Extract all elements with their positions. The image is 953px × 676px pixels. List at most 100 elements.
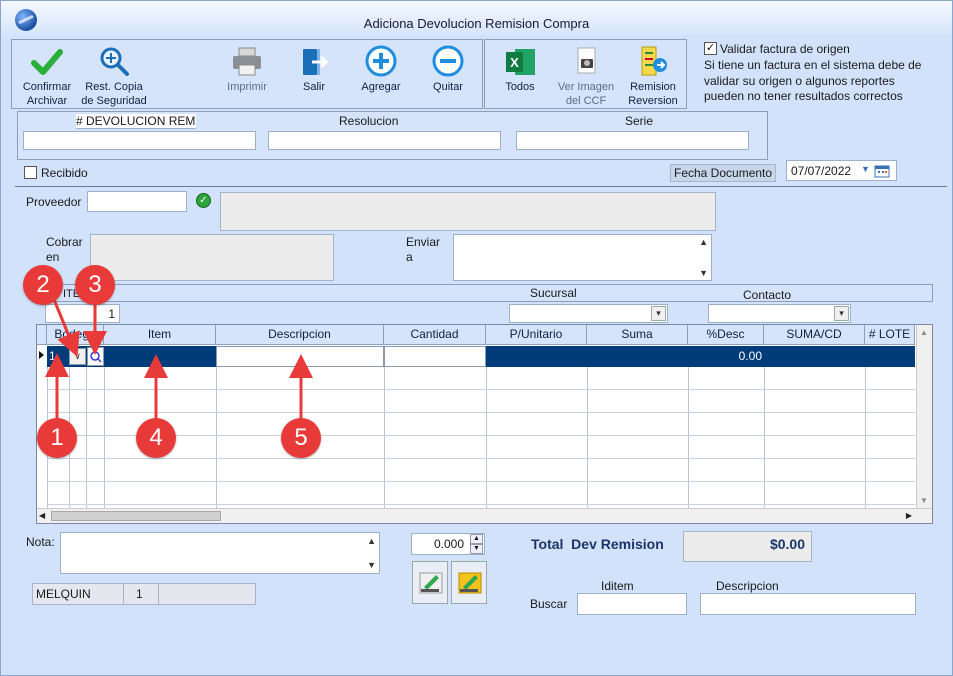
nota-scroll-up-icon[interactable]: ▲ — [367, 536, 376, 546]
column-header-descripcion[interactable]: Descripcion — [216, 325, 384, 345]
row-1-bodega[interactable]: 1 — [49, 349, 56, 363]
add-button[interactable]: Agregar — [353, 45, 409, 95]
column-header-suma[interactable]: Suma — [587, 325, 688, 345]
nota-scroll-down-icon[interactable]: ▼ — [367, 560, 376, 570]
edit-document-button[interactable] — [451, 561, 487, 604]
document-date-label: Fecha Documento — [670, 164, 777, 182]
grid-line — [688, 346, 689, 508]
cobrar-label-1: Cobrar — [46, 235, 83, 249]
remove-button[interactable]: Quitar — [421, 45, 475, 95]
reversal-button[interactable]: Remision Reversion — [623, 45, 683, 107]
calendar-dropdown-icon[interactable]: ▼ — [861, 164, 870, 174]
grid-scroll-right-icon[interactable]: ▶ — [906, 511, 912, 520]
column-header-lote[interactable]: # LOTE — [865, 325, 915, 345]
grid-line — [47, 412, 915, 413]
exit-button[interactable]: Salir — [289, 45, 339, 95]
column-header-cantidad[interactable]: Cantidad — [384, 325, 486, 345]
supplier-code-field[interactable] — [87, 191, 187, 212]
grid-scroll-up-icon[interactable]: ▲ — [920, 328, 928, 337]
resolucion-field[interactable] — [268, 131, 501, 150]
print-button[interactable]: Imprimir — [221, 45, 273, 95]
calendar-icon[interactable] — [874, 164, 890, 178]
supplier-validate-icon[interactable]: ✓ — [196, 193, 211, 208]
row-1-desc-pct: 0.00 — [738, 349, 762, 363]
document-date-picker[interactable]: 07/07/2022 ▼ — [786, 160, 897, 181]
callout-5: 5 — [281, 418, 321, 458]
callout-4: 4 — [136, 418, 176, 458]
received-label: Recibido — [41, 166, 88, 180]
grid-line — [216, 346, 217, 508]
grid-scroll-down-icon[interactable]: ▼ — [920, 496, 928, 505]
scroll-up-icon[interactable]: ▲ — [699, 237, 708, 247]
search-iditem-input[interactable] — [577, 593, 687, 615]
grid-vertical-scrollbar[interactable]: ▲ ▼ — [916, 325, 932, 508]
print-label: Imprimir — [227, 81, 267, 93]
table-row[interactable]: 1 ∨ 0.00 — [47, 346, 915, 367]
devolucion-label: # DEVOLUCION REM — [76, 114, 196, 129]
edit-pencil-icon — [419, 572, 443, 594]
reversal-label-1: Remision — [630, 81, 676, 93]
grid-horizontal-scrollbar[interactable]: ◀ ▶ — [37, 508, 932, 523]
iditem-label: Iditem — [601, 579, 634, 593]
edit-note-button[interactable] — [412, 561, 448, 604]
sucursal-dropdown-icon[interactable]: ▾ — [651, 306, 666, 321]
printer-icon — [233, 47, 261, 76]
user-divider — [158, 584, 159, 604]
edit-document-icon — [458, 572, 482, 594]
contacto-dropdown-icon[interactable]: ▾ — [834, 306, 849, 321]
svg-text:X: X — [510, 55, 519, 70]
sucursal-select[interactable]: ▾ — [509, 304, 668, 323]
title-bar: Adiciona Devolucion Remision Compra — [1, 1, 952, 35]
nota-field[interactable]: ▲ ▼ — [60, 532, 380, 574]
item-search-button[interactable] — [87, 347, 104, 366]
export-all-button[interactable]: X Todos — [493, 45, 547, 95]
contacto-select[interactable]: ▾ — [708, 304, 851, 323]
grid-line — [47, 504, 915, 505]
sucursal-label: Sucursal — [530, 286, 577, 300]
resolucion-label: Resolucion — [339, 114, 399, 128]
callout-1: 1 — [37, 418, 77, 458]
received-checkbox[interactable] — [24, 166, 37, 179]
bodega-dropdown[interactable]: ∨ — [69, 348, 86, 365]
user-name: MELQUIN — [36, 587, 91, 601]
row-1-description-field[interactable] — [216, 346, 384, 367]
column-header-item[interactable]: Item — [104, 325, 216, 345]
quantity-stepper[interactable]: 0.000 ▲ ▼ — [411, 533, 485, 555]
window: Adiciona Devolucion Remision Compra Conf… — [0, 0, 953, 676]
grid-line — [47, 458, 915, 459]
validate-origin-checkbox[interactable]: ✓ — [704, 42, 717, 55]
column-header-bodega[interactable]: Bodega — [47, 325, 104, 345]
grid-scroll-left-icon[interactable]: ◀ — [39, 511, 45, 520]
user-divider — [123, 584, 124, 604]
quantity-up-icon[interactable]: ▲ — [470, 534, 483, 544]
checkmark-icon — [31, 49, 63, 75]
grid-line — [384, 346, 385, 508]
search-description-input[interactable] — [700, 593, 916, 615]
confirm-label-2: Archivar — [26, 95, 68, 107]
reversal-icon — [641, 46, 667, 76]
ship-address-field[interactable]: ▲ ▼ — [453, 234, 712, 281]
grid-line — [587, 346, 588, 508]
backup-label-1: Rest. Copia — [85, 81, 143, 93]
supplier-name-field — [220, 192, 716, 231]
scroll-down-icon[interactable]: ▼ — [699, 268, 708, 278]
restore-backup-button[interactable]: Rest. Copia de Seguridad — [79, 45, 149, 107]
view-ccf-image-button[interactable]: Ver Imagen del CCF — [553, 45, 619, 107]
validation-note-2: validar su origen o algunos reportes — [704, 74, 895, 88]
row-1-quantity-field[interactable] — [384, 346, 486, 367]
confirm-archive-button[interactable]: Confirmar Archivar — [17, 45, 77, 107]
all-label: Todos — [505, 81, 535, 93]
grid-horizontal-thumb[interactable] — [51, 511, 221, 521]
user-info-bar: MELQUIN 1 — [32, 583, 256, 605]
column-header-desc-pct[interactable]: %Desc — [688, 325, 764, 345]
serie-field[interactable] — [516, 131, 749, 150]
backup-label-2: de Seguridad — [81, 95, 147, 107]
charge-address-field — [90, 234, 334, 281]
column-header-punitario[interactable]: P/Unitario — [486, 325, 587, 345]
quantity-down-icon[interactable]: ▼ — [470, 544, 483, 554]
row-indicator-header — [37, 325, 47, 345]
devolucion-field[interactable] — [23, 131, 256, 150]
grid-line — [104, 346, 105, 508]
nota-label: Nota: — [26, 535, 55, 549]
column-header-suma-cd[interactable]: SUMA/CD — [764, 325, 865, 345]
